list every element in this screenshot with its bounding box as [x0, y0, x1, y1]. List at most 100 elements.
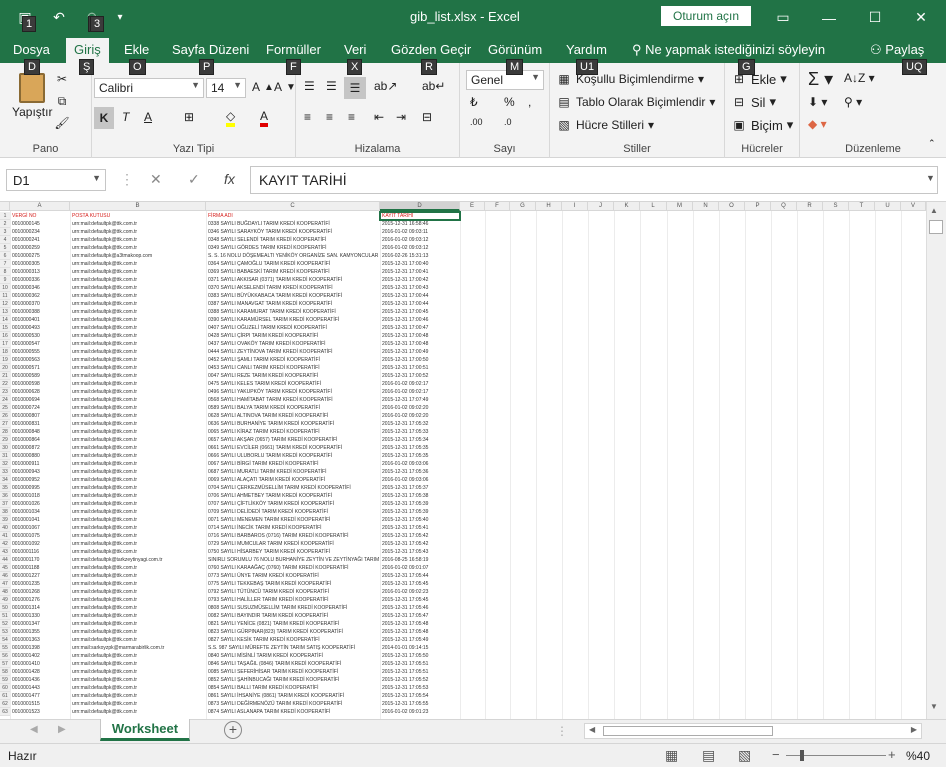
table-cell[interactable]: 2015-12-31 17:00:51 [382, 364, 458, 372]
table-cell[interactable]: urn:mail:defaultpk@ttk.com.tr [72, 700, 204, 708]
row-header[interactable]: 24 [0, 396, 10, 404]
number-format-select[interactable]: Genel ▼ [466, 70, 544, 90]
table-cell[interactable]: 2016-01-02 09:02:20 [382, 404, 458, 412]
column-header[interactable]: S [823, 202, 849, 211]
maximize-button[interactable]: ☐ [852, 0, 898, 35]
underline-icon[interactable]: A [144, 110, 152, 124]
table-cell[interactable]: 0010001067 [12, 524, 68, 532]
table-cell[interactable]: 0010001523 [12, 708, 68, 716]
table-cell[interactable]: 2015-12-31 17:05:39 [382, 500, 458, 508]
insert-function-icon[interactable]: fx [224, 171, 235, 187]
column-header[interactable]: A [10, 202, 70, 211]
row-header[interactable]: 43 [0, 548, 10, 556]
align-right-icon[interactable]: ≡ [348, 110, 355, 124]
table-cell[interactable]: urn:mail:defaultpk@ttk.com.tr [72, 356, 204, 364]
table-cell[interactable]: 0010000370 [12, 300, 68, 308]
table-cell[interactable]: 0010000145 [12, 220, 68, 228]
delete-cells-button[interactable]: ⊟ Sil ▾ [731, 94, 776, 110]
table-cell[interactable]: urn:mail:defaultpk@ttk.com.tr [72, 292, 204, 300]
table-cell[interactable]: urn:mail:defaultpk@ttk.com.tr [72, 340, 204, 348]
table-cell[interactable]: 2015-12-31 17:05:36 [382, 468, 458, 476]
table-cell[interactable]: 2016-01-02 09:03:12 [382, 236, 458, 244]
table-cell[interactable]: 0010000234 [12, 228, 68, 236]
column-header[interactable]: H [536, 202, 562, 211]
table-cell[interactable]: urn:mail:defaultpk@ttk.com.tr [72, 684, 204, 692]
column-header[interactable]: M [667, 202, 693, 211]
table-cell[interactable]: 0010000864 [12, 436, 68, 444]
align-left-icon[interactable]: ≡ [304, 110, 311, 124]
row-header[interactable]: 11 [0, 292, 10, 300]
table-cell[interactable]: urn:mail:defaultpk@ttk.com.tr [72, 228, 204, 236]
row-header[interactable]: 29 [0, 436, 10, 444]
tab-insert[interactable]: Ekle O [124, 42, 149, 75]
table-cell[interactable]: 0010001410 [12, 660, 68, 668]
table-cell[interactable]: 2015-12-31 17:05:43 [382, 548, 458, 556]
table-cell[interactable]: urn:mail:defaultpk@ttk.com.tr [72, 268, 204, 276]
table-cell[interactable]: 0010000530 [12, 332, 68, 340]
cancel-icon[interactable]: ✕ [150, 171, 162, 188]
increase-decimal-icon[interactable]: .00 [470, 117, 483, 127]
row-header[interactable]: 57 [0, 660, 10, 668]
row-header[interactable]: 39 [0, 516, 10, 524]
table-cell[interactable]: 2015-12-31 17:00:49 [382, 348, 458, 356]
format-as-table-button[interactable]: ▤ Tablo Olarak Biçimlendir ▾ [556, 94, 715, 110]
table-cell[interactable]: 2015-12-31 17:05:32 [382, 420, 458, 428]
row-header[interactable]: 14 [0, 316, 10, 324]
column-header[interactable]: V [901, 202, 926, 211]
fill-color-icon[interactable]: ◇ [226, 109, 236, 127]
row-header[interactable]: 45 [0, 564, 10, 572]
table-cell[interactable]: urn:mail:defaultpk@ttk.com.tr [72, 540, 204, 548]
italic-icon[interactable]: T [122, 110, 129, 124]
table-cell[interactable]: 0010001268 [12, 588, 68, 596]
row-header[interactable]: 9 [0, 276, 10, 284]
table-cell[interactable]: urn:mail:defaultpk@ttk.com.tr [72, 612, 204, 620]
sheet-tab-worksheet[interactable]: Worksheet [100, 719, 190, 741]
table-cell[interactable]: 0010000241 [12, 236, 68, 244]
hscroll-thumb[interactable] [603, 726, 773, 736]
wrap-text-icon[interactable]: ab↵ [422, 79, 445, 93]
table-cell[interactable]: 0010000724 [12, 404, 68, 412]
horizontal-scrollbar[interactable]: ◀ ▶ [584, 723, 922, 739]
table-cell[interactable]: 2015-12-31 17:05:40 [382, 516, 458, 524]
table-cell[interactable]: 2015-12-31 17:00:47 [382, 324, 458, 332]
table-cell[interactable]: 0010000259 [12, 244, 68, 252]
percent-icon[interactable]: % [504, 95, 515, 109]
table-cell[interactable]: 2015-12-31 17:00:44 [382, 300, 458, 308]
column-header[interactable]: G [510, 202, 536, 211]
table-cell[interactable]: urn:mail:defaultpk@ttk.com.tr [72, 420, 204, 428]
signin-button[interactable]: Oturum açın [661, 6, 751, 26]
table-cell[interactable]: 0010001330 [12, 612, 68, 620]
column-header[interactable]: P [745, 202, 771, 211]
table-cell[interactable]: 2015-12-31 17:05:45 [382, 580, 458, 588]
table-cell[interactable]: 2015-12-31 17:05:44 [382, 572, 458, 580]
row-header[interactable]: 51 [0, 612, 10, 620]
table-cell[interactable]: 0010000911 [12, 460, 68, 468]
table-cell[interactable]: 2015-12-31 17:05:39 [382, 508, 458, 516]
copy-icon[interactable]: ⧉ [54, 93, 70, 109]
add-sheet-icon[interactable]: + [224, 721, 242, 739]
indent-increase-icon[interactable]: ⇥ [396, 110, 406, 124]
table-cell[interactable]: 0010000628 [12, 388, 68, 396]
table-cell[interactable]: 2015-12-31 17:05:42 [382, 532, 458, 540]
table-cell[interactable]: urn:mail:defaultpk@ttk.com.tr [72, 596, 204, 604]
table-cell[interactable]: 2016-08-25 16:58:19 [382, 556, 458, 564]
table-cell[interactable]: 0010001355 [12, 628, 68, 636]
table-cell[interactable]: urn:mail:defaultpk@ttk.com.tr [72, 428, 204, 436]
sort-filter-icon[interactable]: A↓Z ▾ [844, 71, 875, 85]
table-cell[interactable]: 2015-12-31 17:00:40 [382, 260, 458, 268]
table-cell[interactable]: 0010001092 [12, 540, 68, 548]
table-cell[interactable]: 2015-12-31 17:00:45 [382, 308, 458, 316]
align-bottom-icon[interactable]: ☰ [344, 77, 366, 99]
scroll-thumb[interactable] [929, 220, 943, 234]
tab-file[interactable]: Dosya D [13, 42, 50, 75]
table-cell[interactable]: urn:mail:defaultpk@ttk.com.tr [72, 284, 204, 292]
table-cell[interactable]: 2015-12-31 17:07:49 [382, 396, 458, 404]
merge-center-icon[interactable]: ⊟ [422, 110, 432, 124]
scroll-down-icon[interactable]: ▼ [930, 702, 938, 711]
tab-review[interactable]: Gözden Geçir R [391, 42, 471, 75]
table-cell[interactable]: 0010000571 [12, 364, 68, 372]
customize-qat-icon[interactable]: ▾ [112, 6, 128, 28]
scroll-up-icon[interactable]: ▲ [930, 206, 938, 215]
table-cell[interactable]: urn:mail:defaultpk@ttk.com.tr [72, 660, 204, 668]
table-cell[interactable]: urn:mail:defaultpk@ttk.com.tr [72, 444, 204, 452]
